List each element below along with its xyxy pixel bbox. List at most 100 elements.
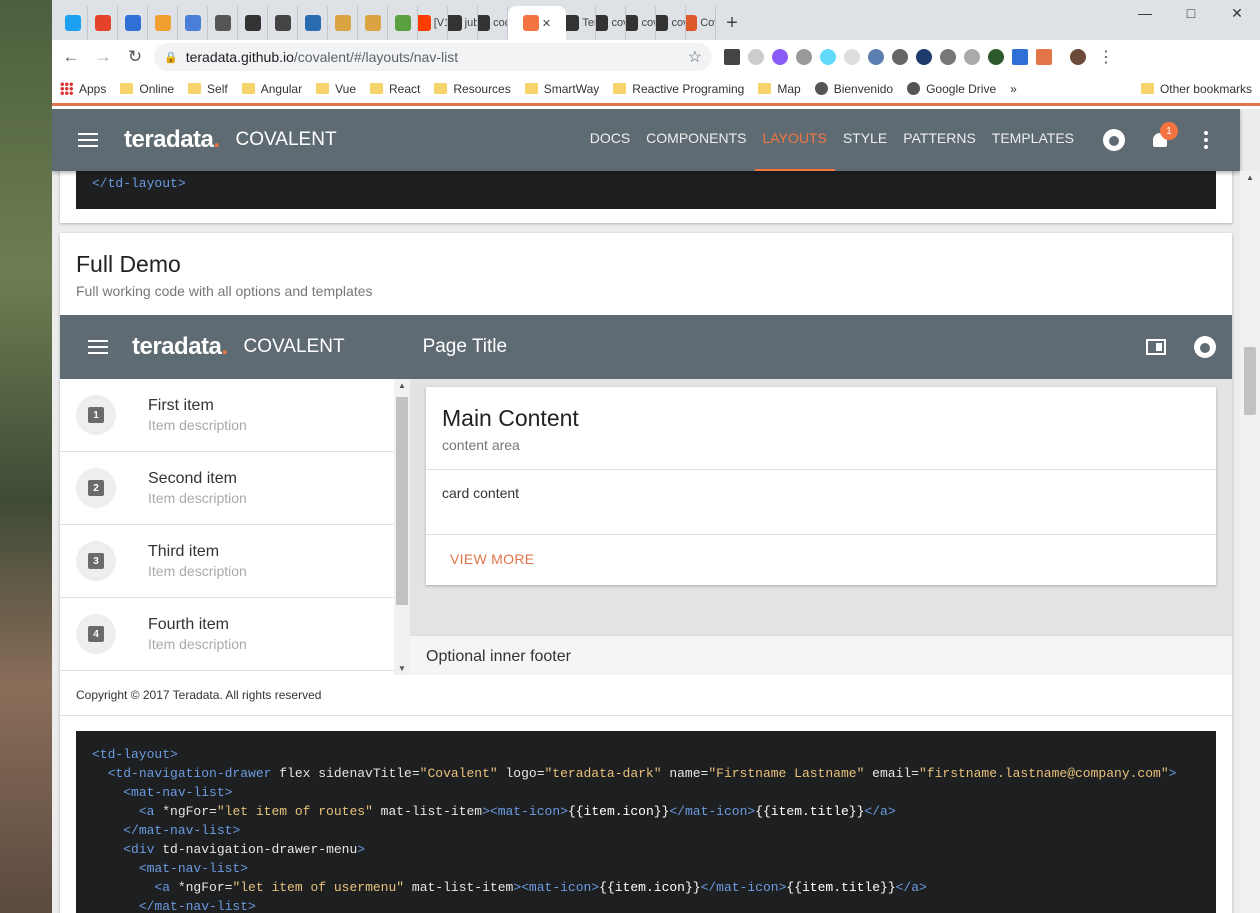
browser-tab[interactable]: [V1 (418, 6, 448, 40)
browser-tab[interactable] (88, 6, 118, 40)
browser-tab[interactable]: cov (596, 6, 626, 40)
forward-icon[interactable]: → (90, 44, 116, 70)
tab-favicon-icon (448, 15, 462, 31)
browser-tab[interactable]: cov (656, 6, 686, 40)
browser-tab[interactable]: Ter (566, 6, 596, 40)
gmail-extension-icon[interactable] (724, 49, 740, 65)
bookmark-item[interactable]: Bienvenido (814, 82, 893, 96)
nav-list-item[interactable]: 3 Third item Item description (60, 525, 409, 598)
more-vert-icon (1204, 131, 1208, 149)
browser-tab[interactable]: cov (626, 6, 656, 40)
github-icon[interactable] (1194, 336, 1216, 358)
nav-list-scrollbar[interactable]: ▲ ▼ (394, 379, 410, 675)
bookmark-item[interactable]: Other bookmarks (1140, 81, 1252, 96)
browser-tab[interactable]: cod (478, 6, 508, 40)
demo-layout: teradata. COVALENT Page Title 1 First ite… (60, 315, 1232, 675)
tab-title: cod (493, 17, 507, 29)
scroll-up-icon[interactable]: ▲ (394, 381, 410, 390)
nav-link-patterns[interactable]: PATTERNS (895, 109, 984, 171)
tab-strip: [V1 jub cod ✕ Ter cov cov cov Cov + — □ ✕ (52, 0, 1260, 40)
extension-icon[interactable] (772, 49, 788, 65)
browser-tab[interactable] (118, 6, 148, 40)
nav-link-docs[interactable]: DOCS (582, 109, 638, 171)
nav-list-item[interactable]: 4 Fourth item Item description (60, 598, 409, 671)
bookmark-label: SmartWay (543, 81, 600, 96)
bookmark-item[interactable]: React (370, 82, 420, 96)
nav-link-components[interactable]: COMPONENTS (638, 109, 754, 171)
address-bar[interactable]: 🔒 teradata.github.io/covalent/#/layouts/… (154, 43, 712, 71)
chrome-reader-icon[interactable] (1146, 339, 1166, 355)
browser-tab[interactable] (178, 6, 208, 40)
browser-tab[interactable] (388, 6, 418, 40)
more-menu-button[interactable] (1192, 126, 1220, 154)
scroll-thumb[interactable] (396, 397, 408, 605)
brand-title[interactable]: COVALENT (236, 129, 337, 151)
bookmark-item[interactable]: SmartWay (524, 81, 600, 96)
bookmark-item[interactable]: Resources (434, 82, 511, 96)
eyedropper-icon[interactable] (868, 49, 884, 65)
bookmark-item[interactable]: Apps (60, 82, 106, 96)
bookmark-label: Google Drive (926, 81, 997, 96)
close-icon[interactable]: ✕ (1214, 0, 1260, 26)
back-icon[interactable]: ← (58, 44, 84, 70)
extension-icon[interactable] (1012, 49, 1028, 65)
page-scrollbar[interactable]: ▲ (1240, 171, 1260, 913)
react-devtools-icon[interactable] (820, 49, 836, 65)
nav-link-style[interactable]: STYLE (835, 109, 895, 171)
nav-link-layouts[interactable]: LAYOUTS (754, 109, 835, 171)
browser-tab[interactable] (328, 6, 358, 40)
extension-icon[interactable] (964, 49, 980, 65)
browser-tab[interactable] (208, 6, 238, 40)
view-more-button[interactable]: VIEW MORE (450, 551, 534, 567)
nav-list-item[interactable]: 1 First item Item description (60, 379, 409, 452)
tab-close-icon[interactable]: ✕ (542, 17, 551, 30)
scroll-thumb[interactable] (1244, 347, 1256, 415)
extension-icon[interactable] (916, 49, 932, 65)
bookmark-item[interactable]: Self (188, 82, 228, 96)
browser-tab[interactable] (58, 6, 88, 40)
menu-icon[interactable] (78, 133, 98, 147)
browser-tab[interactable]: Cov (686, 6, 716, 40)
nav-list-item[interactable]: 2 Second item Item description (60, 452, 409, 525)
vue-devtools-icon[interactable] (892, 49, 908, 65)
browser-menu-icon[interactable]: ⋮ (1098, 47, 1114, 67)
notifications-button[interactable]: 1 (1146, 122, 1178, 154)
bookmark-item[interactable]: Reactive Programing (613, 82, 744, 96)
minimize-icon[interactable]: — (1122, 0, 1168, 26)
browser-tab[interactable] (298, 6, 328, 40)
scroll-down-icon[interactable]: ▼ (394, 664, 410, 673)
browser-tab[interactable] (358, 6, 388, 40)
bookmark-label: Apps (79, 81, 107, 96)
bookmark-item[interactable]: Online (120, 82, 174, 96)
browser-tab[interactable]: jub (448, 6, 478, 40)
browser-tab[interactable] (148, 6, 178, 40)
menu-icon[interactable] (88, 340, 108, 354)
extension-icon[interactable] (796, 49, 812, 65)
bookmark-star-icon[interactable]: ☆ (688, 47, 702, 67)
extension-icon[interactable] (844, 49, 860, 65)
bookmark-item[interactable]: Google Drive (907, 82, 996, 96)
scroll-up-icon[interactable]: ▲ (1240, 173, 1260, 182)
browser-tab[interactable] (268, 6, 298, 40)
reload-icon[interactable]: ↻ (122, 44, 148, 70)
github-button[interactable] (1100, 126, 1128, 154)
tab-favicon-icon (478, 15, 491, 31)
nav-link-templates[interactable]: TEMPLATES (984, 109, 1082, 171)
teradata-logo[interactable]: teradata. (124, 126, 220, 154)
bookmark-item[interactable]: » (1010, 82, 1017, 96)
bookmark-label: Other bookmarks (1159, 81, 1252, 96)
browser-tab[interactable] (238, 6, 268, 40)
bookmark-item[interactable]: Vue (316, 82, 356, 96)
maximize-icon[interactable]: □ (1168, 0, 1214, 26)
new-tab-button[interactable]: + (716, 6, 748, 40)
browser-tab[interactable]: ✕ (508, 6, 566, 40)
code-line: <a *ngFor="let item of routes" mat-list-… (138, 804, 896, 819)
extension-icon[interactable] (748, 49, 764, 65)
extension-icon[interactable] (1036, 49, 1052, 65)
bookmark-item[interactable]: Angular (241, 82, 302, 96)
profile-avatar[interactable] (1070, 49, 1086, 65)
camera-icon[interactable] (940, 49, 956, 65)
extension-icon[interactable] (988, 49, 1004, 65)
folder-icon (241, 83, 255, 94)
bookmark-item[interactable]: Map (758, 82, 801, 96)
